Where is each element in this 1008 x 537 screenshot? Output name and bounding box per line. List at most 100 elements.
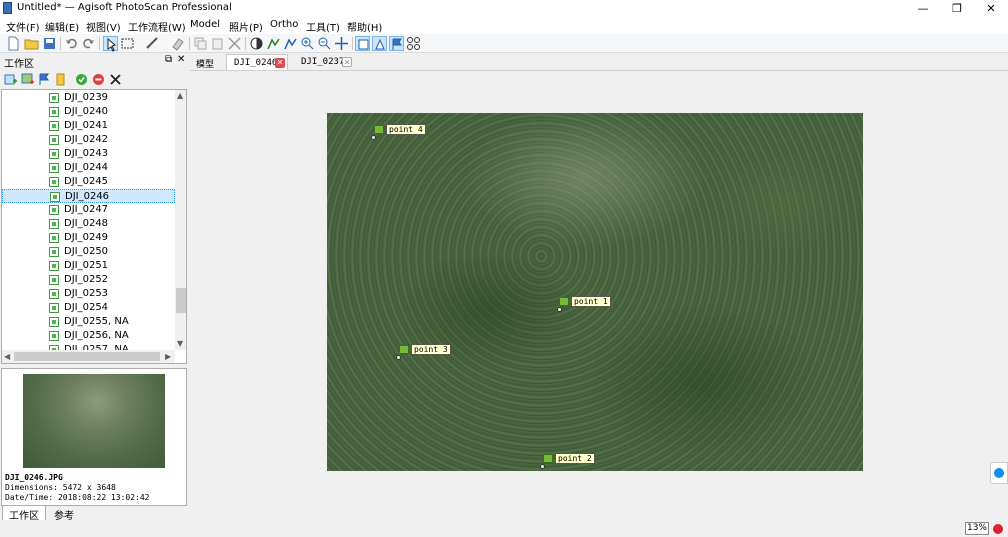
- camera-icon: [49, 149, 59, 159]
- add-photos-icon[interactable]: [20, 72, 35, 87]
- eraser-icon[interactable]: [170, 36, 185, 51]
- marker-icon[interactable]: [266, 36, 281, 51]
- view1-icon[interactable]: [355, 36, 370, 51]
- view2-icon[interactable]: [372, 36, 387, 51]
- menu-workflow[interactable]: 工作流程(W): [128, 19, 186, 34]
- contrast-icon[interactable]: [249, 36, 264, 51]
- copy-icon[interactable]: [193, 36, 208, 51]
- tree-item-label: DJI_0244: [64, 162, 109, 173]
- tree-item[interactable]: DJI_0250: [2, 245, 175, 259]
- tree-item[interactable]: DJI_0255, NA: [2, 315, 175, 329]
- aerial-photo[interactable]: point 4 point 1 point 3 point 2: [327, 113, 863, 471]
- redo-icon[interactable]: [81, 36, 96, 51]
- add-shape-icon[interactable]: [54, 72, 69, 87]
- tree-item[interactable]: DJI_0257, NA: [2, 343, 175, 350]
- menu-model[interactable]: Model: [190, 19, 220, 30]
- preview-filename: DJI_0246.JPG: [5, 473, 63, 482]
- tab-model[interactable]: 模型: [196, 54, 220, 70]
- zoom-out-icon[interactable]: [317, 36, 332, 51]
- save-icon[interactable]: [42, 36, 57, 51]
- remove-icon[interactable]: [108, 72, 123, 87]
- ruler-icon[interactable]: [145, 36, 160, 51]
- tree-item[interactable]: DJI_0245: [2, 175, 175, 189]
- marker-pin[interactable]: [371, 135, 376, 140]
- restore-button[interactable]: ❐: [940, 0, 974, 18]
- tree-item[interactable]: DJI_0254: [2, 301, 175, 315]
- rect-select-icon[interactable]: [120, 36, 135, 51]
- tree-horizontal-scrollbar[interactable]: ◀ ▶: [2, 350, 175, 363]
- menu-help[interactable]: 帮助(H): [347, 19, 382, 34]
- tree-item[interactable]: DJI_0242: [2, 133, 175, 147]
- window-title: Untitled* — Agisoft PhotoScan Profession…: [17, 2, 232, 13]
- tree-item[interactable]: DJI_0248: [2, 217, 175, 231]
- crop-icon[interactable]: [227, 36, 242, 51]
- marker-add-icon[interactable]: [283, 36, 298, 51]
- float-icon[interactable]: ⧉: [165, 54, 172, 65]
- menu-view[interactable]: 视图(V): [86, 19, 121, 34]
- tree-item[interactable]: DJI_0252: [2, 273, 175, 287]
- menu-tools[interactable]: 工具(T): [306, 19, 340, 34]
- scroll-right-icon[interactable]: ▶: [165, 352, 171, 361]
- add-marker-icon[interactable]: [37, 72, 52, 87]
- camera-icon: [49, 331, 59, 341]
- camera-icon: [49, 275, 59, 285]
- menu-photo[interactable]: 照片(P): [229, 19, 263, 34]
- flag-view-icon[interactable]: [389, 36, 404, 51]
- scroll-down-icon[interactable]: ▼: [177, 339, 183, 348]
- tree-item[interactable]: DJI_0256, NA: [2, 329, 175, 343]
- select-icon[interactable]: [103, 36, 118, 52]
- open-icon[interactable]: [24, 36, 39, 51]
- photo-viewport[interactable]: point 4 point 1 point 3 point 2: [190, 70, 1008, 520]
- tree-vertical-scrollbar[interactable]: ▲ ▼: [175, 90, 186, 350]
- workspace-title: 工作区: [4, 59, 34, 70]
- tab-close-icon[interactable]: ✕: [342, 57, 352, 67]
- scroll-thumb[interactable]: [176, 288, 186, 313]
- camera-icon: [49, 121, 59, 131]
- record-icon: [993, 524, 1003, 534]
- tree-item[interactable]: DJI_0253: [2, 287, 175, 301]
- teamviewer-icon[interactable]: [990, 462, 1008, 484]
- close-button[interactable]: ✕: [974, 0, 1008, 18]
- menu-edit[interactable]: 编辑(E): [45, 19, 79, 34]
- marker-pin[interactable]: [540, 464, 545, 469]
- tab-close-icon[interactable]: ✕: [275, 58, 285, 68]
- paste-icon[interactable]: [210, 36, 225, 51]
- camera-icon: [49, 205, 59, 215]
- tree-item[interactable]: DJI_0243: [2, 147, 175, 161]
- menu-ortho[interactable]: Ortho: [270, 19, 298, 30]
- scroll-up-icon[interactable]: ▲: [177, 91, 183, 100]
- tree-item[interactable]: DJI_0241: [2, 119, 175, 133]
- zoom-in-icon[interactable]: [300, 36, 315, 51]
- tree-item[interactable]: DJI_0251: [2, 259, 175, 273]
- tab-dji-0237[interactable]: DJI_0237 ✕: [294, 54, 356, 70]
- panel-close-icon[interactable]: ✕: [177, 54, 185, 65]
- tree-item-label: DJI_0256, NA: [64, 330, 129, 341]
- scroll-left-icon[interactable]: ◀: [4, 352, 10, 361]
- tree-item-label: DJI_0245: [64, 176, 109, 187]
- tree-item[interactable]: DJI_0239: [2, 91, 175, 105]
- enable-icon[interactable]: [74, 72, 89, 87]
- tree-item[interactable]: DJI_0247: [2, 203, 175, 217]
- tree-item-label: DJI_0249: [64, 232, 109, 243]
- minimize-button[interactable]: —: [906, 0, 940, 18]
- tab-reference[interactable]: 参考: [48, 506, 80, 522]
- app-icon: [3, 2, 12, 14]
- tree-rows: DJI_0239 DJI_0240 DJI_0241 DJI_0242 DJI_0243…: [2, 90, 175, 350]
- grid-view-icon[interactable]: [406, 36, 421, 51]
- marker-pin[interactable]: [396, 355, 401, 360]
- tree-item[interactable]: DJI_0244: [2, 161, 175, 175]
- tab-dji-0246[interactable]: DJI_0246 ✕: [226, 54, 288, 70]
- tree-item[interactable]: DJI_0246: [2, 189, 175, 203]
- marker-pin[interactable]: [557, 307, 562, 312]
- tree-item-label: DJI_0243: [64, 148, 109, 159]
- menu-file[interactable]: 文件(F): [6, 19, 40, 34]
- hscroll-thumb[interactable]: [14, 352, 160, 361]
- disable-icon[interactable]: [91, 72, 106, 87]
- tree-item[interactable]: DJI_0249: [2, 231, 175, 245]
- undo-icon[interactable]: [64, 36, 79, 51]
- tab-workspace[interactable]: 工作区: [2, 506, 46, 522]
- move-icon[interactable]: [334, 36, 349, 51]
- new-icon[interactable]: [6, 36, 21, 51]
- tree-item[interactable]: DJI_0240: [2, 105, 175, 119]
- add-chunk-icon[interactable]: [3, 72, 18, 87]
